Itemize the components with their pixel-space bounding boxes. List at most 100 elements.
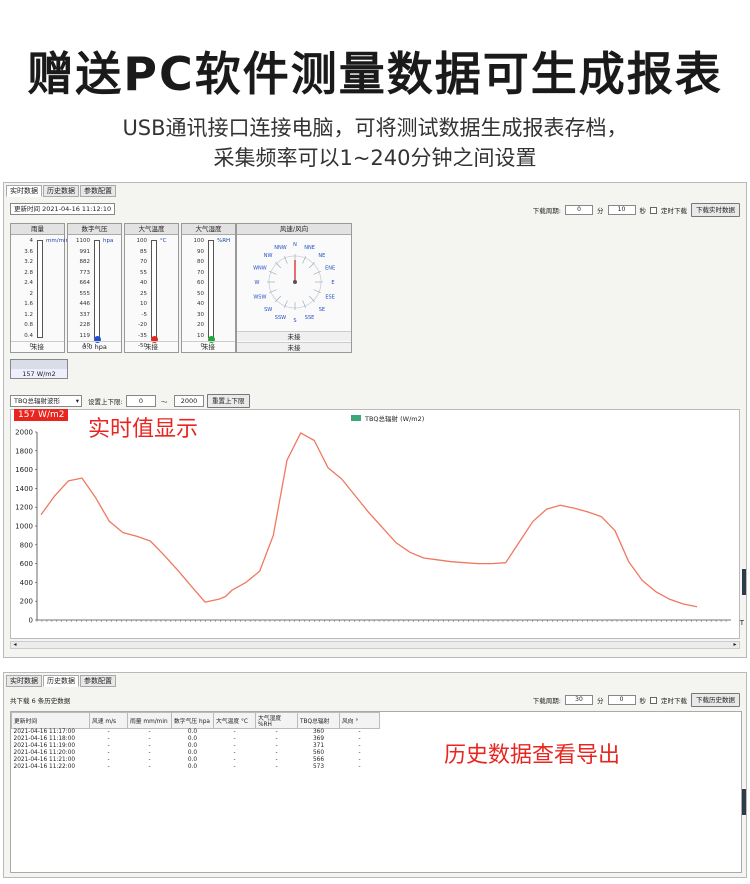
table-cell: - [233,736,236,742]
y-tick-label: 1800 [15,447,33,455]
timed-download-checkbox[interactable] [650,696,657,704]
timed-download-checkbox[interactable] [650,206,657,214]
tab-history[interactable]: 历史数据 [43,675,79,687]
y-tick-label: 600 [20,560,33,568]
table-row[interactable]: 2021-04-16 11:18:00 - - 0.0 - - 369 - [12,736,380,743]
gauge-value: 未接 [125,341,178,352]
gauge-tube [151,240,157,338]
radiation-label-blur [11,360,67,369]
table-cell: - [148,750,151,756]
table-cell: 2021-04-16 11:19:00 [13,743,76,749]
record-count: 共下载 6 条历史数据 [10,697,71,705]
curve-select[interactable]: TBQ总辐射波形 ▾ [10,395,82,407]
compass-direction-label: ENE [325,265,335,271]
compass-direction-label: NNE [304,245,315,251]
y-tick-label: 1600 [15,466,33,474]
compass-direction-label: WNW [253,265,267,271]
minute-input[interactable]: 30 [565,695,593,705]
y-tick-label: 0 [29,617,33,625]
compass-direction-label: NW [264,253,273,259]
gauge-unit: mm/min [46,238,69,244]
y-tick-label: 400 [20,579,33,587]
second-input[interactable]: 0 [607,695,636,705]
download-history-button[interactable]: 下载历史数据 [691,693,740,707]
tab-realtime[interactable]: 实时数据 [6,675,42,687]
tab-bar: 实时数据 历史数据 参数配置 [6,675,116,687]
side-handle[interactable] [742,789,746,815]
column-header[interactable]: 风速 m/s [89,712,128,729]
tab-realtime[interactable]: 实时数据 [6,185,42,197]
legend-swatch [351,415,361,421]
table-row[interactable]: 2021-04-16 11:20:00 - - 0.0 - - 560 - [12,750,380,757]
column-header[interactable]: TBQ总辐射 [297,712,340,729]
table-cell: - [107,750,110,756]
compass-direction-label: SE [319,307,325,313]
tab-settings[interactable]: 参数配置 [80,675,116,687]
table-cell: 0.0 [187,757,198,763]
table-cell: - [275,757,278,763]
history-table: 更新时间 风速 m/s 雨量 mm/min 数字气压 hpa 大气温度 °C 大气湿度 %… [10,711,742,873]
range-tilde: ～ [161,398,168,406]
side-handle[interactable] [742,569,746,595]
compass-direction-label: S [293,318,296,324]
column-header[interactable]: 数字气压 hpa [171,712,214,729]
column-header[interactable]: 风向 ° [339,712,380,729]
table-cell: 573 [312,764,325,770]
second-unit: 秒 [639,207,647,215]
column-header[interactable]: 雨量 mm/min [127,712,172,729]
table-cell: - [275,736,278,742]
compass-direction-label: WSW [253,295,266,301]
table-cell: - [275,750,278,756]
table-row[interactable]: 2021-04-16 11:21:00 - - 0.0 - - 566 - [12,757,380,764]
tab-settings[interactable]: 参数配置 [80,185,116,197]
realtime-value-badge: 157 W/m2 [14,409,69,421]
scroll-right-icon[interactable]: ▸ [731,642,739,648]
gauge-title: 数字气压 [68,224,121,235]
compass-direction-label: E [331,280,334,286]
minute-input[interactable]: 0 [565,205,593,215]
table-cell: 0.0 [187,764,198,770]
table-row[interactable]: 2021-04-16 11:17:00 - - 0.0 - - 360 - [12,729,380,736]
table-cell: 560 [312,750,325,756]
tab-bar: 实时数据 历史数据 参数配置 [6,185,116,197]
compass-direction-label: N [293,242,297,248]
column-header[interactable]: 大气温度 °C [213,712,256,729]
gauge-unit: °C [160,238,167,244]
table-cell: 2021-04-16 11:22:00 [13,764,76,770]
gauge-ticks: 4 3.6 3.2 2.8 2.4 2 1.6 1.2 0.8 0.4 0 [24,238,33,349]
column-header[interactable]: 更新时间 [11,712,90,729]
reset-limit-button[interactable]: 重置上下限 [207,394,250,408]
table-row[interactable]: 2021-04-16 11:22:00 - - 0.0 - - 573 - [12,764,380,771]
gauge-tube [94,240,100,338]
y-tick-label: 1000 [15,523,33,531]
tab-history[interactable]: 历史数据 [43,185,79,197]
table-cell: - [233,743,236,749]
minute-unit: 分 [597,207,604,215]
compass-direction-label: SSE [305,315,315,321]
download-period-label: 下载周期: [532,207,561,215]
column-header[interactable]: 大气湿度 %RH [255,712,298,729]
chevron-down-icon: ▾ [75,397,79,405]
table-cell: - [358,736,361,742]
upper-limit-input[interactable]: 2000 [174,395,204,407]
lower-limit-input[interactable]: 0 [126,395,156,407]
table-row[interactable]: 2021-04-16 11:19:00 - - 0.0 - - 371 - [12,743,380,750]
gauge-title: 大气温度 [125,224,178,235]
gauge-ticks: 1100 991 882 773 664 555 446 337 228 119 10 [76,238,90,349]
second-input[interactable]: 10 [607,205,636,215]
gauge-humidity: 大气湿度 100 90 80 70 60 50 40 30 20 10 0 %RH 未接 [181,223,236,353]
gauge-temperature: 大气温度 100 85 70 55 40 25 10 -5 -20 -35 -50 °C 未接 [124,223,179,353]
table-cell: 360 [312,729,325,736]
download-realtime-button[interactable]: 下载实时数据 [691,203,740,217]
scroll-left-icon[interactable]: ◂ [11,642,19,648]
compass-tick [274,261,282,269]
download-controls: 下载周期: 0 分 10 秒 定时下载 下载实时数据 [533,203,740,217]
table-cell: 2021-04-16 11:21:00 [13,757,76,763]
table-cell: 0.0 [187,736,198,742]
table-cell: - [107,764,110,770]
series-line [40,432,698,608]
table-cell: - [358,729,361,736]
horizontal-scrollbar[interactable]: ◂ ▸ [10,641,740,649]
table-cell: 0.0 [187,750,198,756]
gauge-tube [37,240,43,338]
